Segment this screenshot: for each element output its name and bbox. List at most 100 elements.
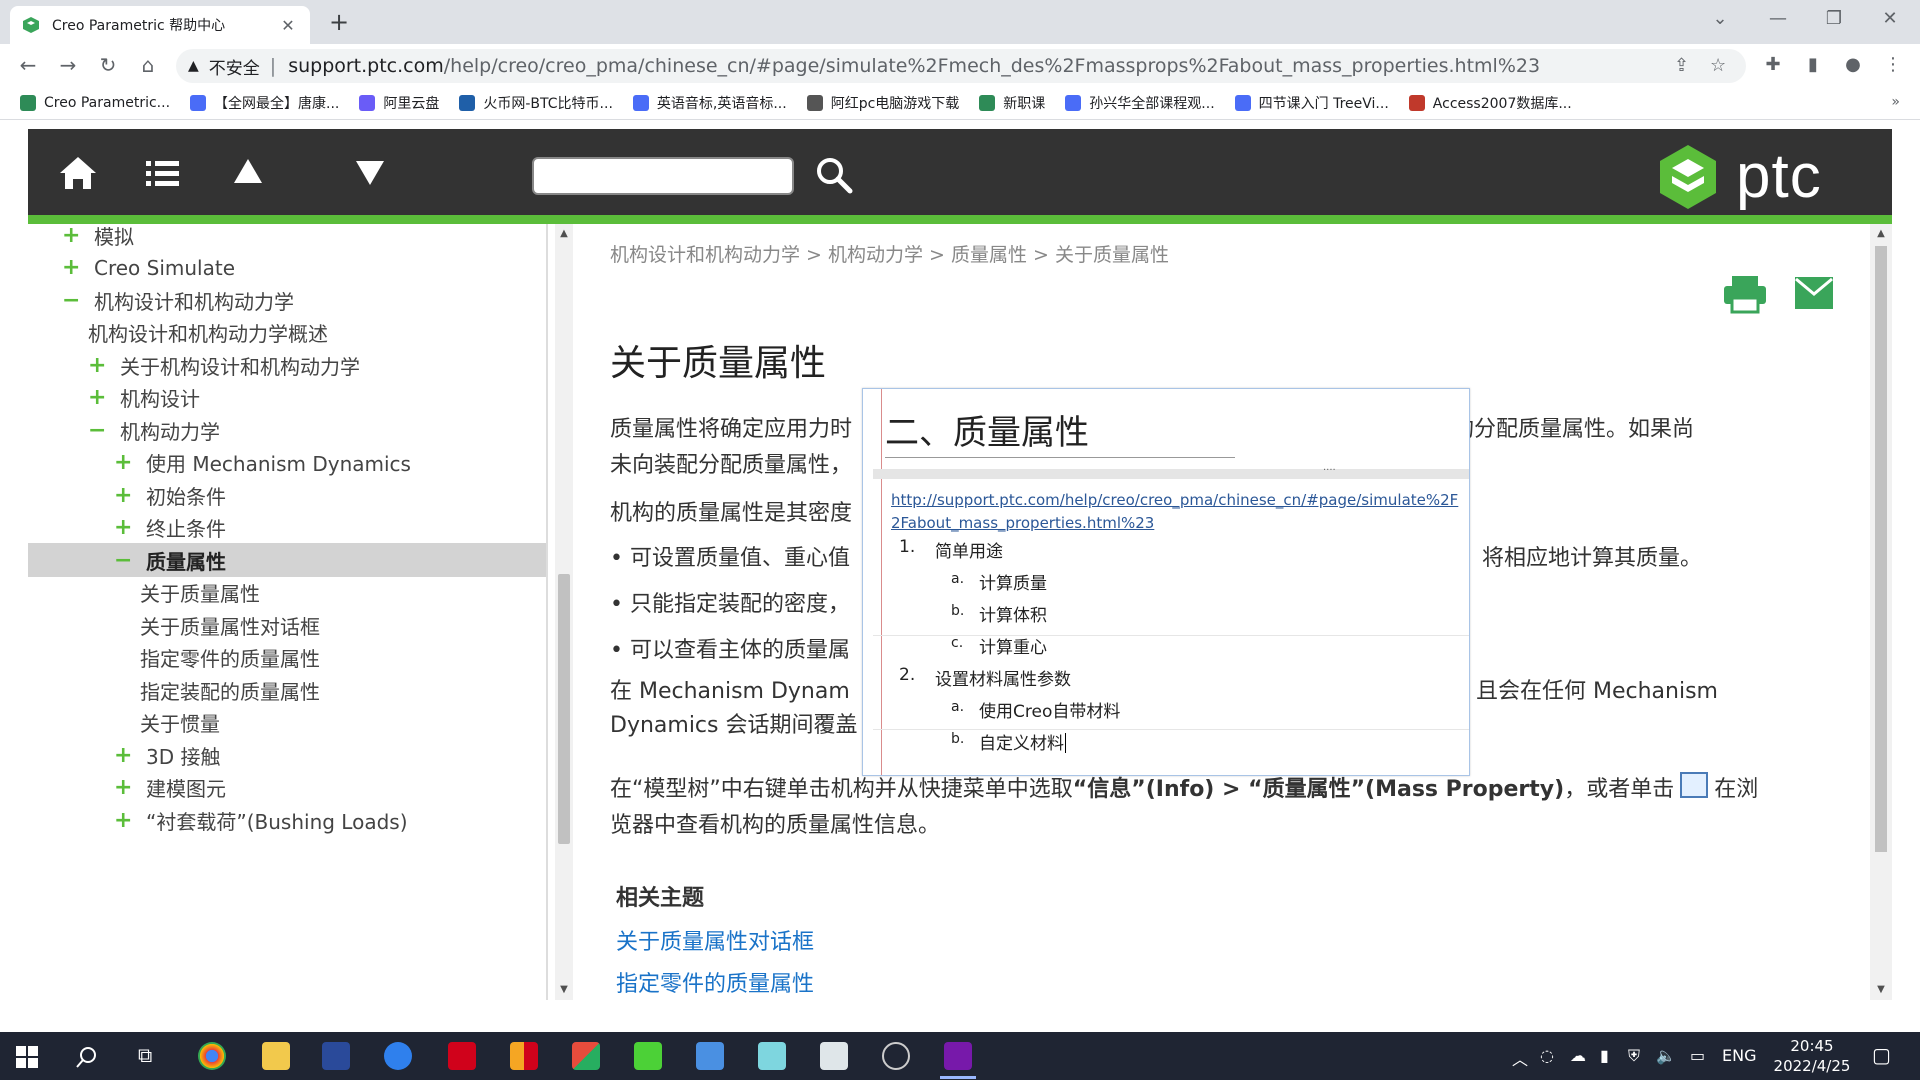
- restore-button[interactable]: ❐: [1814, 8, 1854, 29]
- toc-item[interactable]: 指定零件的质量属性: [28, 641, 320, 675]
- expand-icon[interactable]: +: [114, 775, 132, 800]
- extensions-icon[interactable]: ✚: [1760, 54, 1786, 75]
- address-bar[interactable]: ▲ 不安全 | support.ptc.com /help/creo/creo_…: [176, 49, 1746, 83]
- note-link-line1[interactable]: http://support.ptc.com/help/creo/creo_pm…: [891, 489, 1458, 512]
- back-button[interactable]: ←: [14, 52, 42, 80]
- toc-item[interactable]: + 机构设计: [28, 381, 200, 415]
- bookmark-item[interactable]: 英语音标,英语音标...: [632, 93, 787, 113]
- browser-tab[interactable]: Creo Parametric 帮助中心 ✕: [10, 6, 310, 44]
- toc-item[interactable]: + 初始条件: [28, 478, 226, 512]
- reload-button[interactable]: ↻: [94, 52, 122, 80]
- print-icon[interactable]: [1722, 274, 1768, 314]
- bookmark-item[interactable]: 【全网最全】唐康...: [190, 93, 339, 113]
- note-title[interactable]: 二、质量属性: [885, 405, 1089, 454]
- app-colorful-icon[interactable]: [510, 1042, 538, 1070]
- clock[interactable]: 20:45 2022/4/25: [1762, 1036, 1862, 1076]
- toc-item[interactable]: + 模拟: [28, 224, 134, 252]
- toc-item[interactable]: 指定装配的质量属性: [28, 673, 320, 707]
- related-link-part-mass[interactable]: 指定零件的质量属性: [616, 966, 814, 998]
- note-container-bar[interactable]: [873, 469, 1469, 479]
- note-sub-label-text[interactable]: 自定义材料: [979, 734, 1064, 754]
- app-notebook-icon[interactable]: [758, 1042, 786, 1070]
- toc-list-icon[interactable]: [140, 151, 184, 195]
- note-item-label[interactable]: 简单用途: [935, 537, 1003, 562]
- expand-icon[interactable]: +: [62, 224, 80, 248]
- share-icon[interactable]: ⇪: [1674, 55, 1689, 76]
- note-sub-label-editing[interactable]: 自定义材料: [979, 729, 1066, 754]
- expand-icon[interactable]: +: [114, 743, 132, 768]
- app-green-c-icon[interactable]: [634, 1042, 662, 1070]
- input-language[interactable]: ENG: [1722, 1046, 1756, 1065]
- close-window-button[interactable]: ✕: [1870, 8, 1910, 29]
- note-item-label[interactable]: 设置材料属性参数: [935, 665, 1071, 690]
- windows-start-icon[interactable]: [16, 1046, 38, 1068]
- tray-cloud-icon[interactable]: ☁: [1570, 1046, 1586, 1065]
- bookmark-item[interactable]: Access2007数据库...: [1408, 93, 1572, 113]
- tray-bookmark-icon[interactable]: ▮: [1600, 1046, 1609, 1065]
- related-link-dialog[interactable]: 关于质量属性对话框: [616, 924, 814, 956]
- bookmarks-overflow-icon[interactable]: »: [1891, 94, 1900, 110]
- mass-property-toolbar-icon[interactable]: [1680, 772, 1709, 798]
- expand-icon[interactable]: +: [114, 515, 132, 540]
- volume-icon[interactable]: 🔈: [1656, 1046, 1676, 1065]
- scroll-down-icon[interactable]: ▼: [558, 984, 570, 995]
- bookmark-item[interactable]: 孙兴华全部课程观...: [1065, 93, 1215, 113]
- note-sub-label[interactable]: 计算重心: [979, 633, 1047, 658]
- chrome-icon[interactable]: [198, 1042, 226, 1070]
- toc-item[interactable]: − 机构设计和机构动力学: [28, 283, 294, 317]
- tab-search-icon[interactable]: ⌄: [1700, 8, 1740, 29]
- bookmark-item[interactable]: 四节课入门 TreeVi...: [1234, 93, 1389, 113]
- bookmark-item[interactable]: 火币网-BTC比特币...: [459, 93, 613, 113]
- save-app-icon[interactable]: [322, 1042, 350, 1070]
- home-icon[interactable]: [56, 151, 100, 195]
- note-link-line2[interactable]: 2Fabout_mass_properties.html%23: [891, 512, 1458, 535]
- content-scroll-thumb[interactable]: [1875, 246, 1887, 852]
- toc-item[interactable]: 关于质量属性对话框: [28, 608, 320, 642]
- expand-icon[interactable]: +: [114, 450, 132, 475]
- toc-item[interactable]: 关于质量属性: [28, 576, 260, 610]
- toc-item[interactable]: − 机构动力学: [28, 413, 220, 447]
- bookmark-item[interactable]: 新职课: [979, 93, 1045, 113]
- toc-item-selected[interactable]: − 质量属性: [28, 543, 546, 577]
- app-blue-icon[interactable]: [384, 1042, 412, 1070]
- bookmark-item[interactable]: Creo Parametric...: [20, 94, 170, 111]
- home-button[interactable]: ⌂: [134, 52, 162, 80]
- content-scrollbar[interactable]: ▲ ▼: [1870, 224, 1892, 1000]
- collapse-icon[interactable]: −: [88, 418, 106, 443]
- toc-item[interactable]: 关于惯量: [28, 706, 220, 740]
- network-icon[interactable]: ▭: [1690, 1046, 1705, 1065]
- new-tab-button[interactable]: +: [324, 8, 354, 38]
- app-aperture-icon[interactable]: [882, 1042, 910, 1070]
- onenote-icon[interactable]: [944, 1042, 972, 1070]
- note-drag-handle[interactable]: ····: [1323, 465, 1336, 476]
- notifications-icon[interactable]: ▢: [1872, 1043, 1891, 1067]
- expand-icon[interactable]: +: [114, 808, 132, 833]
- toc-item[interactable]: +3D 接触: [28, 738, 220, 772]
- close-tab-icon[interactable]: ✕: [278, 16, 298, 35]
- collapse-icon[interactable]: −: [114, 548, 132, 573]
- expand-icon[interactable]: +: [114, 483, 132, 508]
- taskbar-search-icon[interactable]: [76, 1046, 98, 1068]
- toc-scroll-thumb[interactable]: [558, 574, 570, 844]
- breadcrumb[interactable]: 机构设计和机构动力学 > 机构动力学 > 质量属性 > 关于质量属性: [610, 240, 1169, 267]
- email-icon[interactable]: [1794, 276, 1834, 310]
- bookmark-star-icon[interactable]: ☆: [1710, 55, 1726, 76]
- youdao-icon[interactable]: [448, 1042, 476, 1070]
- note-sub-label[interactable]: 计算质量: [979, 569, 1047, 594]
- search-icon[interactable]: [814, 155, 854, 195]
- file-explorer-icon[interactable]: [262, 1042, 290, 1070]
- note-sub-label[interactable]: 使用Creo自带材料: [979, 697, 1120, 722]
- expand-icon[interactable]: +: [88, 385, 106, 410]
- note-overlay[interactable]: 二、质量属性 ···· http://support.ptc.com/help/…: [862, 388, 1470, 776]
- content-scroll-down-icon[interactable]: ▼: [1875, 984, 1887, 995]
- note-sub-label[interactable]: 计算体积: [979, 601, 1047, 626]
- minimize-button[interactable]: —: [1758, 8, 1798, 29]
- bookmark-item[interactable]: 阿红pc电脑游戏下载: [806, 93, 959, 113]
- previous-topic-icon[interactable]: [226, 151, 270, 195]
- toc-item[interactable]: + 使用 Mechanism Dynamics: [28, 446, 411, 480]
- content-scroll-up-icon[interactable]: ▲: [1875, 228, 1887, 239]
- expand-icon[interactable]: +: [62, 255, 80, 280]
- profile-avatar-icon[interactable]: ●: [1840, 54, 1866, 75]
- menu-kebab-icon[interactable]: ⋮: [1880, 54, 1906, 75]
- forward-button[interactable]: →: [54, 52, 82, 80]
